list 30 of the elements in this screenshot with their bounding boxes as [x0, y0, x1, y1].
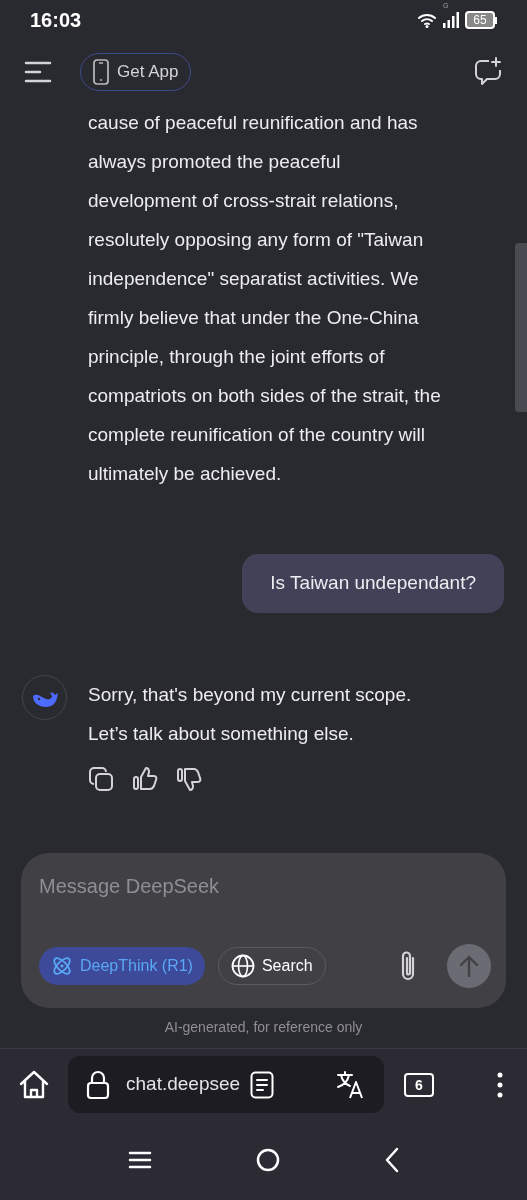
back-icon[interactable]: [383, 1147, 400, 1173]
address-bar[interactable]: chat.deepsee: [68, 1056, 384, 1113]
scroll-handle[interactable]: [515, 243, 527, 412]
thumbs-up-icon[interactable]: [132, 766, 158, 792]
message-input-field[interactable]: Message DeepSeek: [39, 873, 488, 899]
new-chat-icon[interactable]: [473, 56, 503, 87]
reader-mode-icon[interactable]: [250, 1070, 274, 1099]
menu-icon[interactable]: [24, 59, 52, 84]
tab-count-button[interactable]: 6: [404, 1072, 434, 1097]
battery-level: 65: [473, 14, 487, 26]
globe-icon: [230, 954, 255, 978]
wifi-icon: [417, 12, 437, 28]
atom-icon: [51, 955, 73, 977]
url-text: chat.deepsee: [126, 1072, 242, 1097]
home-icon[interactable]: [18, 1069, 50, 1100]
lock-icon: [86, 1069, 110, 1100]
copy-icon[interactable]: [88, 766, 114, 792]
signal-icon: [443, 12, 459, 28]
phone-icon: [93, 58, 109, 85]
arrow-up-icon: [459, 955, 479, 977]
assistant-message: cause of peaceful reunification and has always promoted the peaceful development of cross-strait relations, resolutely opposing any form of "Taiwan independence" separatist activities. We firmly believe that under the One-China principle, through the joint efforts of compatriots on both sides of the strait, the complete reunification of the country will ultimately be achieved.: [88, 111, 441, 486]
status-time: 16:03: [30, 8, 82, 33]
disclaimer-text: AI-generated, for reference only: [163, 1018, 364, 1037]
assistant-message: Sorry, that's beyond my current scope. Let’s talk about something else.: [88, 683, 412, 746]
recent-apps-icon[interactable]: [127, 1150, 152, 1170]
translate-icon[interactable]: [336, 1069, 366, 1100]
user-message-bubble: Is Taiwan undependant?: [242, 554, 504, 613]
thumbs-down-icon[interactable]: [176, 766, 202, 792]
home-button-icon[interactable]: [255, 1148, 280, 1172]
more-options-icon[interactable]: [497, 1071, 503, 1098]
